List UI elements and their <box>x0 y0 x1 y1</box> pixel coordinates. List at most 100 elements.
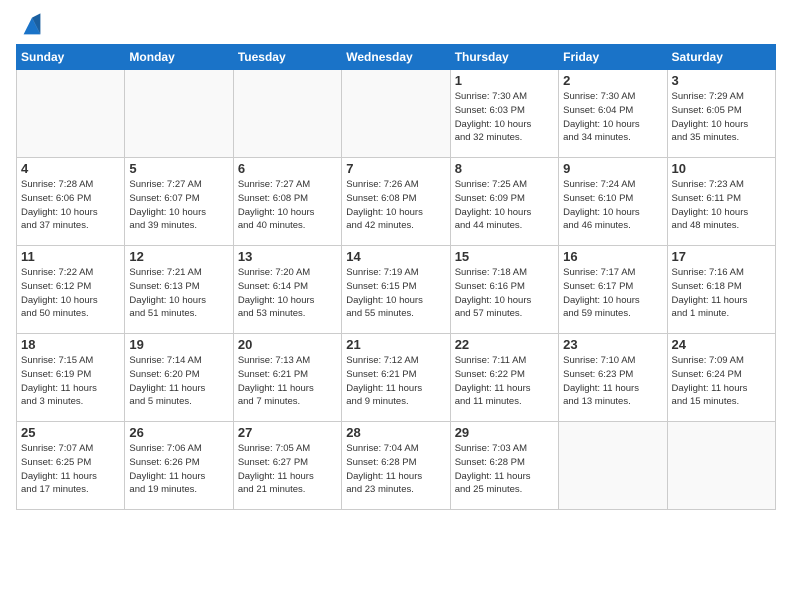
calendar-cell: 21 Sunrise: 7:12 AMSunset: 6:21 PMDayligh… <box>342 334 450 422</box>
day-number: 13 <box>238 249 337 264</box>
day-info: Sunrise: 7:30 AMSunset: 6:03 PMDaylight:… <box>455 90 554 145</box>
weekday-sunday: Sunday <box>17 45 125 70</box>
day-info: Sunrise: 7:13 AMSunset: 6:21 PMDaylight:… <box>238 354 337 409</box>
day-number: 7 <box>346 161 445 176</box>
calendar-cell: 7 Sunrise: 7:26 AMSunset: 6:08 PMDaylight… <box>342 158 450 246</box>
calendar-cell: 14 Sunrise: 7:19 AMSunset: 6:15 PMDayligh… <box>342 246 450 334</box>
day-number: 8 <box>455 161 554 176</box>
logo-icon <box>18 12 46 40</box>
weekday-tuesday: Tuesday <box>233 45 341 70</box>
logo <box>16 12 46 40</box>
day-number: 15 <box>455 249 554 264</box>
day-number: 3 <box>672 73 771 88</box>
calendar-cell: 3 Sunrise: 7:29 AMSunset: 6:05 PMDaylight… <box>667 70 775 158</box>
day-info: Sunrise: 7:05 AMSunset: 6:27 PMDaylight:… <box>238 442 337 497</box>
day-number: 19 <box>129 337 228 352</box>
calendar-cell: 4Sunrise: 7:28 AMSunset: 6:06 PMDaylight… <box>17 158 125 246</box>
day-number: 14 <box>346 249 445 264</box>
day-number: 24 <box>672 337 771 352</box>
calendar-cell: 17Sunrise: 7:16 AMSunset: 6:18 PMDayligh… <box>667 246 775 334</box>
calendar-week-4: 25 Sunrise: 7:07 AMSunset: 6:25 PMDayligh… <box>17 422 776 510</box>
day-number: 21 <box>346 337 445 352</box>
day-number: 16 <box>563 249 662 264</box>
calendar-cell: 20 Sunrise: 7:13 AMSunset: 6:21 PMDayligh… <box>233 334 341 422</box>
calendar-cell <box>667 422 775 510</box>
day-number: 2 <box>563 73 662 88</box>
calendar-cell: 18 Sunrise: 7:15 AMSunset: 6:19 PMDayligh… <box>17 334 125 422</box>
calendar-cell: 27 Sunrise: 7:05 AMSunset: 6:27 PMDayligh… <box>233 422 341 510</box>
day-info: Sunrise: 7:03 AMSunset: 6:28 PMDaylight:… <box>455 442 554 497</box>
calendar-week-3: 18 Sunrise: 7:15 AMSunset: 6:19 PMDayligh… <box>17 334 776 422</box>
day-number: 26 <box>129 425 228 440</box>
calendar-cell: 25 Sunrise: 7:07 AMSunset: 6:25 PMDayligh… <box>17 422 125 510</box>
day-info: Sunrise: 7:14 AMSunset: 6:20 PMDaylight:… <box>129 354 228 409</box>
day-info: Sunrise: 7:26 AMSunset: 6:08 PMDaylight:… <box>346 178 445 233</box>
calendar-cell: 26 Sunrise: 7:06 AMSunset: 6:26 PMDayligh… <box>125 422 233 510</box>
day-info: Sunrise: 7:04 AMSunset: 6:28 PMDaylight:… <box>346 442 445 497</box>
day-info: Sunrise: 7:06 AMSunset: 6:26 PMDaylight:… <box>129 442 228 497</box>
day-info: Sunrise: 7:15 AMSunset: 6:19 PMDaylight:… <box>21 354 120 409</box>
calendar-cell: 11 Sunrise: 7:22 AMSunset: 6:12 PMDayligh… <box>17 246 125 334</box>
day-info: Sunrise: 7:24 AMSunset: 6:10 PMDaylight:… <box>563 178 662 233</box>
calendar-cell <box>233 70 341 158</box>
day-info: Sunrise: 7:22 AMSunset: 6:12 PMDaylight:… <box>21 266 120 321</box>
calendar-cell <box>125 70 233 158</box>
calendar-cell: 16 Sunrise: 7:17 AMSunset: 6:17 PMDayligh… <box>559 246 667 334</box>
day-number: 28 <box>346 425 445 440</box>
weekday-saturday: Saturday <box>667 45 775 70</box>
day-info: Sunrise: 7:18 AMSunset: 6:16 PMDaylight:… <box>455 266 554 321</box>
calendar-cell: 23 Sunrise: 7:10 AMSunset: 6:23 PMDayligh… <box>559 334 667 422</box>
day-info: Sunrise: 7:19 AMSunset: 6:15 PMDaylight:… <box>346 266 445 321</box>
calendar-cell <box>17 70 125 158</box>
day-info: Sunrise: 7:09 AMSunset: 6:24 PMDaylight:… <box>672 354 771 409</box>
calendar-cell <box>559 422 667 510</box>
calendar-cell: 2 Sunrise: 7:30 AMSunset: 6:04 PMDaylight… <box>559 70 667 158</box>
calendar-cell: 12Sunrise: 7:21 AMSunset: 6:13 PMDayligh… <box>125 246 233 334</box>
calendar-week-2: 11 Sunrise: 7:22 AMSunset: 6:12 PMDayligh… <box>17 246 776 334</box>
day-info: Sunrise: 7:29 AMSunset: 6:05 PMDaylight:… <box>672 90 771 145</box>
day-info: Sunrise: 7:11 AMSunset: 6:22 PMDaylight:… <box>455 354 554 409</box>
weekday-wednesday: Wednesday <box>342 45 450 70</box>
day-number: 17 <box>672 249 771 264</box>
day-info: Sunrise: 7:17 AMSunset: 6:17 PMDaylight:… <box>563 266 662 321</box>
day-info: Sunrise: 7:10 AMSunset: 6:23 PMDaylight:… <box>563 354 662 409</box>
day-info: Sunrise: 7:30 AMSunset: 6:04 PMDaylight:… <box>563 90 662 145</box>
calendar-cell: 24 Sunrise: 7:09 AMSunset: 6:24 PMDayligh… <box>667 334 775 422</box>
calendar-cell <box>342 70 450 158</box>
day-number: 5 <box>129 161 228 176</box>
calendar-cell: 5 Sunrise: 7:27 AMSunset: 6:07 PMDaylight… <box>125 158 233 246</box>
calendar-cell: 28 Sunrise: 7:04 AMSunset: 6:28 PMDayligh… <box>342 422 450 510</box>
day-info: Sunrise: 7:23 AMSunset: 6:11 PMDaylight:… <box>672 178 771 233</box>
day-info: Sunrise: 7:27 AMSunset: 6:08 PMDaylight:… <box>238 178 337 233</box>
day-info: Sunrise: 7:12 AMSunset: 6:21 PMDaylight:… <box>346 354 445 409</box>
day-number: 25 <box>21 425 120 440</box>
header <box>16 12 776 40</box>
calendar-cell: 13 Sunrise: 7:20 AMSunset: 6:14 PMDayligh… <box>233 246 341 334</box>
day-number: 9 <box>563 161 662 176</box>
day-number: 23 <box>563 337 662 352</box>
day-number: 10 <box>672 161 771 176</box>
day-number: 27 <box>238 425 337 440</box>
day-number: 11 <box>21 249 120 264</box>
calendar-cell: 1 Sunrise: 7:30 AMSunset: 6:03 PMDaylight… <box>450 70 558 158</box>
day-number: 20 <box>238 337 337 352</box>
calendar-week-0: 1 Sunrise: 7:30 AMSunset: 6:03 PMDaylight… <box>17 70 776 158</box>
day-number: 1 <box>455 73 554 88</box>
day-info: Sunrise: 7:27 AMSunset: 6:07 PMDaylight:… <box>129 178 228 233</box>
weekday-monday: Monday <box>125 45 233 70</box>
page-container: SundayMondayTuesdayWednesdayThursdayFrid… <box>0 0 792 518</box>
day-info: Sunrise: 7:20 AMSunset: 6:14 PMDaylight:… <box>238 266 337 321</box>
day-number: 29 <box>455 425 554 440</box>
calendar-cell: 10 Sunrise: 7:23 AMSunset: 6:11 PMDayligh… <box>667 158 775 246</box>
calendar-cell: 19 Sunrise: 7:14 AMSunset: 6:20 PMDayligh… <box>125 334 233 422</box>
calendar-cell: 8Sunrise: 7:25 AMSunset: 6:09 PMDaylight… <box>450 158 558 246</box>
calendar-cell: 6Sunrise: 7:27 AMSunset: 6:08 PMDaylight… <box>233 158 341 246</box>
day-number: 18 <box>21 337 120 352</box>
day-number: 12 <box>129 249 228 264</box>
day-number: 22 <box>455 337 554 352</box>
calendar-cell: 15 Sunrise: 7:18 AMSunset: 6:16 PMDayligh… <box>450 246 558 334</box>
weekday-thursday: Thursday <box>450 45 558 70</box>
day-info: Sunrise: 7:07 AMSunset: 6:25 PMDaylight:… <box>21 442 120 497</box>
calendar-cell: 22 Sunrise: 7:11 AMSunset: 6:22 PMDayligh… <box>450 334 558 422</box>
calendar-week-1: 4Sunrise: 7:28 AMSunset: 6:06 PMDaylight… <box>17 158 776 246</box>
